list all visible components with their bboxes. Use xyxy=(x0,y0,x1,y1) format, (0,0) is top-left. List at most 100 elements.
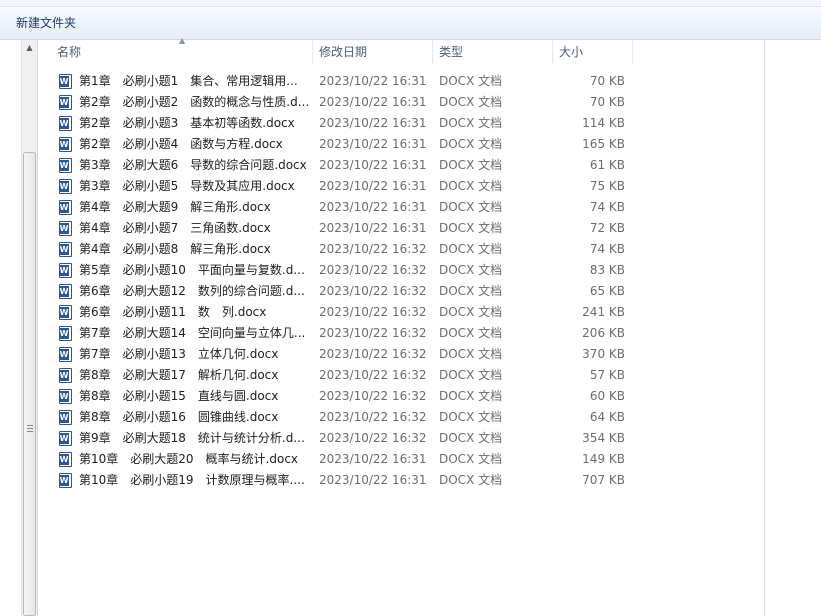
column-header-type[interactable]: 类型 xyxy=(433,40,553,64)
file-modified-date: 2023/10/22 16:31 xyxy=(319,158,427,172)
file-modified-date: 2023/10/22 16:31 xyxy=(319,95,427,109)
file-row[interactable]: 第8章 必刷小题16 圆锥曲线.docx 2023/10/22 16:32 DOCX… xyxy=(55,407,627,428)
command-bar: 新建文件夹 xyxy=(0,7,821,40)
navigation-pane xyxy=(0,40,21,616)
file-row[interactable]: 第7章 必刷小题13 立体几何.docx 2023/10/22 16:32 DOCX… xyxy=(55,344,627,365)
file-modified-date: 2023/10/22 16:32 xyxy=(319,263,427,277)
word-document-icon xyxy=(59,263,72,278)
file-name: 第7章 必刷大题14 空间向量与立体几... xyxy=(79,326,306,340)
file-name: 第9章 必刷大题18 统计与统计分析.d... xyxy=(79,431,305,445)
file-row[interactable]: 第4章 必刷大题9 解三角形.docx 2023/10/22 16:31 DOCX … xyxy=(55,197,627,218)
file-row[interactable]: 第6章 必刷大题12 数列的综合问题.d... 2023/10/22 16:32 D… xyxy=(55,281,627,302)
file-row[interactable]: 第4章 必刷小题7 三角函数.docx 2023/10/22 16:31 DOCX … xyxy=(55,218,627,239)
file-name: 第2章 必刷小题2 函数的概念与性质.d... xyxy=(79,95,310,109)
file-modified-date: 2023/10/22 16:31 xyxy=(319,452,427,466)
file-row[interactable]: 第3章 必刷小题5 导数及其应用.docx 2023/10/22 16:31 DOC… xyxy=(55,176,627,197)
file-row[interactable]: 第2章 必刷小题3 基本初等函数.docx 2023/10/22 16:31 DOC… xyxy=(55,113,627,134)
file-row[interactable]: 第6章 必刷小题11 数 列.docx 2023/10/22 16:32 DOCX … xyxy=(55,302,627,323)
file-type: DOCX 文档 xyxy=(439,242,503,256)
file-type: DOCX 文档 xyxy=(439,452,503,466)
file-row[interactable]: 第8章 必刷大题17 解析几何.docx 2023/10/22 16:32 DOCX… xyxy=(55,365,627,386)
file-type: DOCX 文档 xyxy=(439,137,503,151)
file-name: 第1章 必刷小题1 集合、常用逻辑用... xyxy=(79,74,298,88)
word-document-icon xyxy=(59,326,72,341)
file-modified-date: 2023/10/22 16:31 xyxy=(319,116,427,130)
file-size: 60 KB xyxy=(589,389,625,403)
file-name: 第2章 必刷小题4 函数与方程.docx xyxy=(79,137,283,151)
column-header-row: ▲ 名称 修改日期 类型 大小 xyxy=(51,36,671,64)
file-name: 第4章 必刷小题7 三角函数.docx xyxy=(79,221,271,235)
file-size: 74 KB xyxy=(589,242,625,256)
file-modified-date: 2023/10/22 16:32 xyxy=(319,347,427,361)
scroll-up-arrow-icon[interactable]: ▲ xyxy=(25,44,34,52)
word-document-icon xyxy=(59,431,72,446)
file-size: 72 KB xyxy=(589,221,625,235)
word-document-icon xyxy=(59,95,72,110)
file-modified-date: 2023/10/22 16:31 xyxy=(319,221,427,235)
file-row[interactable]: 第9章 必刷大题18 统计与统计分析.d... 2023/10/22 16:32 D… xyxy=(55,428,627,449)
new-folder-button[interactable]: 新建文件夹 xyxy=(8,13,84,33)
word-document-icon xyxy=(59,389,72,404)
file-size: 70 KB xyxy=(589,74,625,88)
window-top-strip xyxy=(0,0,821,7)
word-document-icon xyxy=(59,200,72,215)
file-row[interactable]: 第10章 必刷小题19 计数原理与概率.... 2023/10/22 16:31 D… xyxy=(55,470,627,491)
file-name: 第4章 必刷大题9 解三角形.docx xyxy=(79,200,271,214)
file-type: DOCX 文档 xyxy=(439,221,503,235)
word-document-icon xyxy=(59,368,72,383)
file-modified-date: 2023/10/22 16:32 xyxy=(319,305,427,319)
file-name: 第10章 必刷大题20 概率与统计.docx xyxy=(79,452,299,466)
file-row[interactable]: 第4章 必刷小题8 解三角形.docx 2023/10/22 16:32 DOCX … xyxy=(55,239,627,260)
file-type: DOCX 文档 xyxy=(439,95,503,109)
column-header-name[interactable]: 名称 xyxy=(51,40,313,64)
column-header-size[interactable]: 大小 xyxy=(553,40,633,64)
file-row[interactable]: 第3章 必刷大题6 导数的综合问题.docx 2023/10/22 16:31 DO… xyxy=(55,155,627,176)
file-row[interactable]: 第10章 必刷大题20 概率与统计.docx 2023/10/22 16:31 DO… xyxy=(55,449,627,470)
file-size: 65 KB xyxy=(589,284,625,298)
scroll-thumb[interactable] xyxy=(23,152,36,616)
file-name: 第4章 必刷小题8 解三角形.docx xyxy=(79,242,271,256)
file-modified-date: 2023/10/22 16:31 xyxy=(319,473,427,487)
file-type: DOCX 文档 xyxy=(439,326,503,340)
file-type: DOCX 文档 xyxy=(439,410,503,424)
file-modified-date: 2023/10/22 16:32 xyxy=(319,410,427,424)
file-modified-date: 2023/10/22 16:32 xyxy=(319,431,427,445)
file-size: 241 KB xyxy=(582,305,625,319)
navigation-scrollbar[interactable]: ▲ xyxy=(21,40,38,616)
file-name: 第5章 必刷小题10 平面向量与复数.d... xyxy=(79,263,305,277)
file-type: DOCX 文档 xyxy=(439,431,503,445)
file-modified-date: 2023/10/22 16:31 xyxy=(319,137,427,151)
file-size: 370 KB xyxy=(582,347,625,361)
file-row[interactable]: 第7章 必刷大题14 空间向量与立体几... 2023/10/22 16:32 DO… xyxy=(55,323,627,344)
file-type: DOCX 文档 xyxy=(439,389,503,403)
file-modified-date: 2023/10/22 16:32 xyxy=(319,326,427,340)
file-name: 第6章 必刷小题11 数 列.docx xyxy=(79,305,267,319)
file-size: 74 KB xyxy=(589,200,625,214)
file-type: DOCX 文档 xyxy=(439,305,503,319)
column-header-date[interactable]: 修改日期 xyxy=(313,40,433,64)
file-name: 第6章 必刷大题12 数列的综合问题.d... xyxy=(79,284,305,298)
word-document-icon xyxy=(59,305,72,320)
file-row[interactable]: 第8章 必刷小题15 直线与圆.docx 2023/10/22 16:32 DOCX… xyxy=(55,386,627,407)
file-row[interactable]: 第5章 必刷小题10 平面向量与复数.d... 2023/10/22 16:32 D… xyxy=(55,260,627,281)
file-size: 75 KB xyxy=(589,179,625,193)
word-document-icon xyxy=(59,179,72,194)
file-row[interactable]: 第1章 必刷小题1 集合、常用逻辑用... 2023/10/22 16:31 DOC… xyxy=(55,71,627,92)
word-document-icon xyxy=(59,242,72,257)
file-size: 707 KB xyxy=(582,473,625,487)
file-size: 149 KB xyxy=(582,452,625,466)
file-modified-date: 2023/10/22 16:32 xyxy=(319,389,427,403)
file-size: 57 KB xyxy=(589,368,625,382)
word-document-icon xyxy=(59,221,72,236)
file-name: 第7章 必刷小题13 立体几何.docx xyxy=(79,347,279,361)
file-name: 第8章 必刷小题16 圆锥曲线.docx xyxy=(79,410,279,424)
file-name: 第3章 必刷小题5 导数及其应用.docx xyxy=(79,179,295,193)
file-modified-date: 2023/10/22 16:32 xyxy=(319,284,427,298)
pane-divider xyxy=(764,40,765,616)
file-row[interactable]: 第2章 必刷小题4 函数与方程.docx 2023/10/22 16:31 DOCX… xyxy=(55,134,627,155)
word-document-icon xyxy=(59,452,72,467)
file-row[interactable]: 第2章 必刷小题2 函数的概念与性质.d... 2023/10/22 16:31 D… xyxy=(55,92,627,113)
word-document-icon xyxy=(59,410,72,425)
file-list-view: ▲ 名称 修改日期 类型 大小 第1章 必刷小题1 集合、常用逻辑用... 202… xyxy=(39,36,765,616)
file-modified-date: 2023/10/22 16:32 xyxy=(319,368,427,382)
